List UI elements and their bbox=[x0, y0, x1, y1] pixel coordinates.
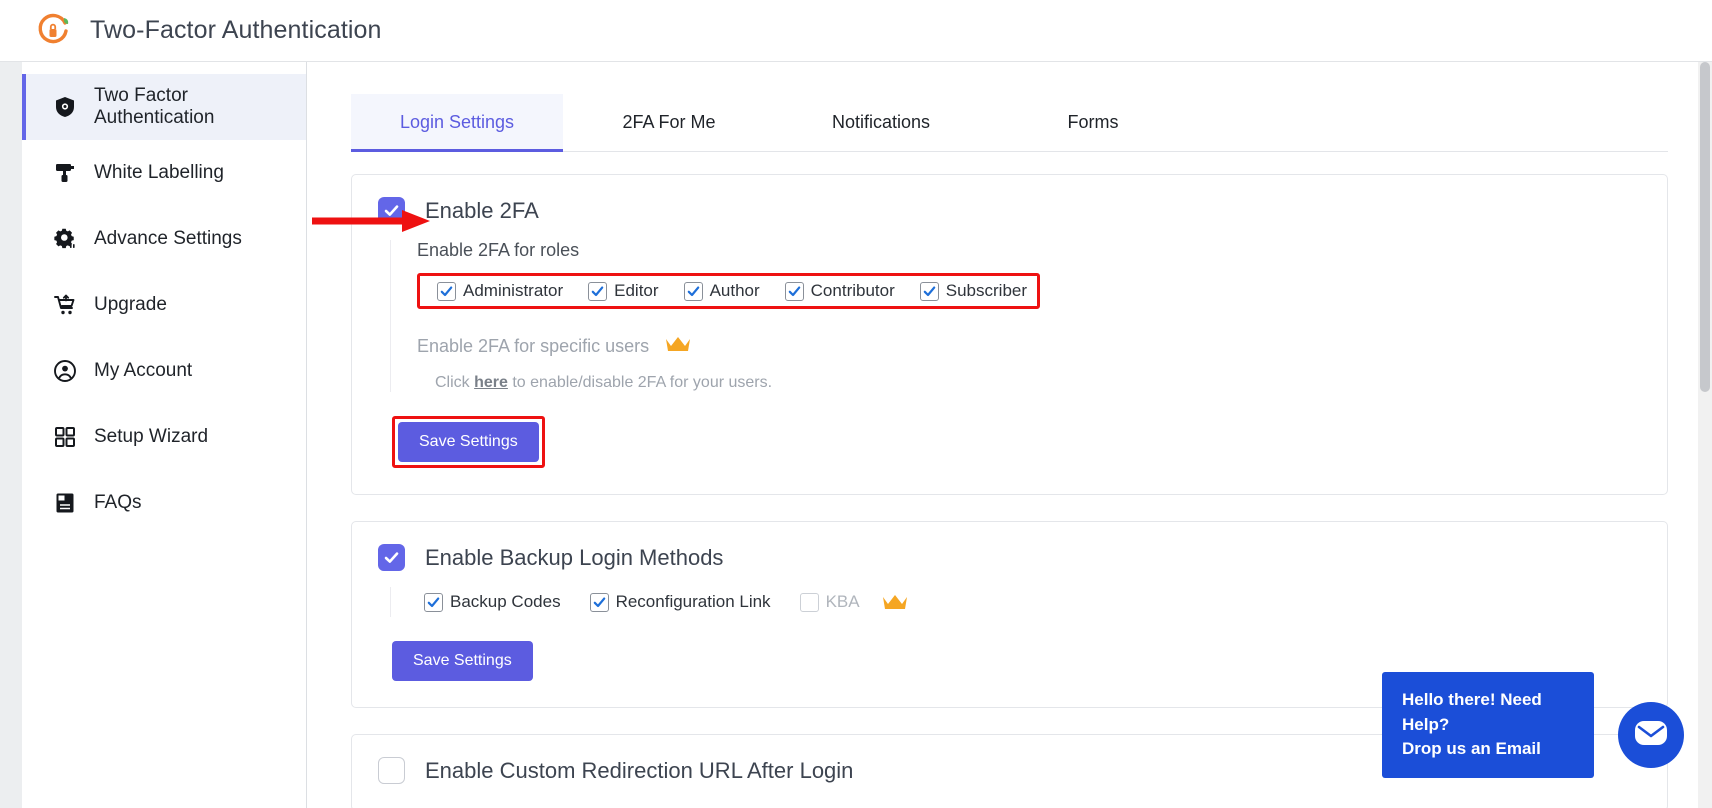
role-label: Contributor bbox=[811, 281, 895, 301]
sidebar-item-white-labelling[interactable]: White Labelling bbox=[22, 140, 306, 206]
tab-notifications[interactable]: Notifications bbox=[775, 94, 987, 152]
main-scrollbar[interactable] bbox=[1698, 62, 1712, 808]
backup-option-label: KBA bbox=[826, 592, 860, 612]
sidebar-item-label: Two Factor Authentication bbox=[94, 85, 306, 129]
page-title: Two-Factor Authentication bbox=[90, 16, 382, 45]
hint-text-after: to enable/disable 2FA for your users. bbox=[508, 374, 772, 391]
role-option-author[interactable]: Author bbox=[677, 281, 760, 301]
cart-upgrade-icon bbox=[52, 292, 78, 318]
sidebar-item-my-account[interactable]: My Account bbox=[22, 338, 306, 404]
app-header: Two-Factor Authentication bbox=[0, 0, 1712, 62]
enable-backup-methods-checkbox[interactable] bbox=[378, 544, 405, 571]
enable-custom-redirection-checkbox[interactable] bbox=[378, 757, 405, 784]
role-option-editor[interactable]: Editor bbox=[581, 281, 658, 301]
tab-login-settings[interactable]: Login Settings bbox=[351, 94, 563, 152]
grid-squares-icon bbox=[52, 424, 78, 450]
backup-methods-body: Backup Codes Reconfiguration Link KBA bbox=[390, 587, 1641, 617]
red-arrow-annotation bbox=[312, 208, 432, 234]
paint-roller-icon bbox=[52, 160, 78, 186]
specific-users-row: Enable 2FA for specific users bbox=[417, 335, 1641, 358]
custom-redirection-title: Enable Custom Redirection URL After Logi… bbox=[425, 758, 853, 784]
role-option-administrator[interactable]: Administrator bbox=[430, 281, 563, 301]
save-settings-red-annotation-box: Save Settings bbox=[392, 416, 545, 468]
crown-icon bbox=[882, 593, 908, 611]
sidebar-item-faqs[interactable]: FAQs bbox=[22, 470, 306, 536]
checkbox-reconfiguration-link[interactable] bbox=[590, 593, 609, 612]
roles-checkbox-row: Administrator Editor Aut bbox=[420, 276, 1037, 306]
role-label: Author bbox=[710, 281, 760, 301]
sidebar-item-label: Advance Settings bbox=[94, 228, 242, 250]
role-option-subscriber[interactable]: Subscriber bbox=[913, 281, 1027, 301]
role-label: Editor bbox=[614, 281, 658, 301]
role-label: Subscriber bbox=[946, 281, 1027, 301]
chat-help-bubble[interactable]: Hello there! Need Help? Drop us an Email bbox=[1382, 672, 1594, 778]
checkbox-editor[interactable] bbox=[588, 282, 607, 301]
backup-methods-title: Enable Backup Login Methods bbox=[425, 545, 723, 571]
chat-bubble-line-2: Drop us an Email bbox=[1402, 737, 1574, 762]
roles-label: Enable 2FA for roles bbox=[417, 240, 1641, 261]
enable-2fa-header: Enable 2FA bbox=[378, 197, 1641, 224]
specific-users-hint: Click here to enable/disable 2FA for you… bbox=[435, 374, 1641, 392]
2fa-clock-lock-logo-icon bbox=[34, 12, 72, 50]
gear-icon bbox=[52, 226, 78, 252]
checkbox-backup-codes[interactable] bbox=[424, 593, 443, 612]
backup-methods-header: Enable Backup Login Methods bbox=[378, 544, 1641, 571]
enable-2fa-checkbox[interactable] bbox=[378, 197, 405, 224]
shield-icon bbox=[52, 94, 78, 120]
sidebar-item-label: Upgrade bbox=[94, 294, 167, 316]
checkbox-subscriber[interactable] bbox=[920, 282, 939, 301]
faq-book-icon bbox=[52, 490, 78, 516]
chat-bubble-line-1: Hello there! Need Help? bbox=[1402, 688, 1574, 737]
hint-here-link[interactable]: here bbox=[474, 374, 508, 391]
role-option-contributor[interactable]: Contributor bbox=[778, 281, 895, 301]
crown-icon bbox=[665, 335, 691, 358]
user-circle-icon bbox=[52, 358, 78, 384]
tab-2fa-for-me[interactable]: 2FA For Me bbox=[563, 94, 775, 152]
roles-red-annotation-box: Administrator Editor Aut bbox=[417, 273, 1040, 309]
sidebar-item-advance-settings[interactable]: Advance Settings bbox=[22, 206, 306, 272]
left-gutter bbox=[0, 62, 22, 808]
backup-option-kba[interactable]: KBA bbox=[793, 592, 860, 612]
scrollbar-thumb[interactable] bbox=[1700, 62, 1710, 392]
role-label: Administrator bbox=[463, 281, 563, 301]
sidebar-item-label: White Labelling bbox=[94, 162, 224, 184]
save-settings-button-backup-methods[interactable]: Save Settings bbox=[392, 641, 533, 681]
checkbox-contributor[interactable] bbox=[785, 282, 804, 301]
backup-option-label: Reconfiguration Link bbox=[616, 592, 771, 612]
chat-email-button[interactable] bbox=[1618, 702, 1684, 768]
backup-methods-options-row: Backup Codes Reconfiguration Link KBA bbox=[417, 587, 918, 617]
specific-users-label: Enable 2FA for specific users bbox=[417, 336, 649, 357]
sidebar: Two Factor Authentication White Labellin… bbox=[22, 62, 307, 808]
sidebar-item-two-factor-authentication[interactable]: Two Factor Authentication bbox=[22, 74, 306, 140]
envelope-icon bbox=[1634, 720, 1668, 751]
backup-option-backup-codes[interactable]: Backup Codes bbox=[417, 592, 561, 612]
backup-option-reconfiguration-link[interactable]: Reconfiguration Link bbox=[583, 592, 771, 612]
sidebar-item-setup-wizard[interactable]: Setup Wizard bbox=[22, 404, 306, 470]
tab-bar: Login Settings 2FA For Me Notifications … bbox=[351, 94, 1668, 152]
checkbox-kba[interactable] bbox=[800, 593, 819, 612]
tab-forms[interactable]: Forms bbox=[987, 94, 1199, 152]
hint-text-before: Click bbox=[435, 374, 474, 391]
main-content: Login Settings 2FA For Me Notifications … bbox=[307, 62, 1712, 808]
sidebar-item-label: Setup Wizard bbox=[94, 426, 208, 448]
checkbox-author[interactable] bbox=[684, 282, 703, 301]
sidebar-item-label: My Account bbox=[94, 360, 192, 382]
backup-option-label: Backup Codes bbox=[450, 592, 561, 612]
sidebar-item-label: FAQs bbox=[94, 492, 142, 514]
checkbox-administrator[interactable] bbox=[437, 282, 456, 301]
save-settings-button-enable-2fa[interactable]: Save Settings bbox=[398, 422, 539, 462]
sidebar-item-upgrade[interactable]: Upgrade bbox=[22, 272, 306, 338]
enable-2fa-body: Enable 2FA for roles Administrator bbox=[390, 240, 1641, 392]
enable-2fa-title: Enable 2FA bbox=[425, 198, 539, 224]
panel-enable-2fa: Enable 2FA Enable 2FA for roles Administ… bbox=[351, 174, 1668, 495]
